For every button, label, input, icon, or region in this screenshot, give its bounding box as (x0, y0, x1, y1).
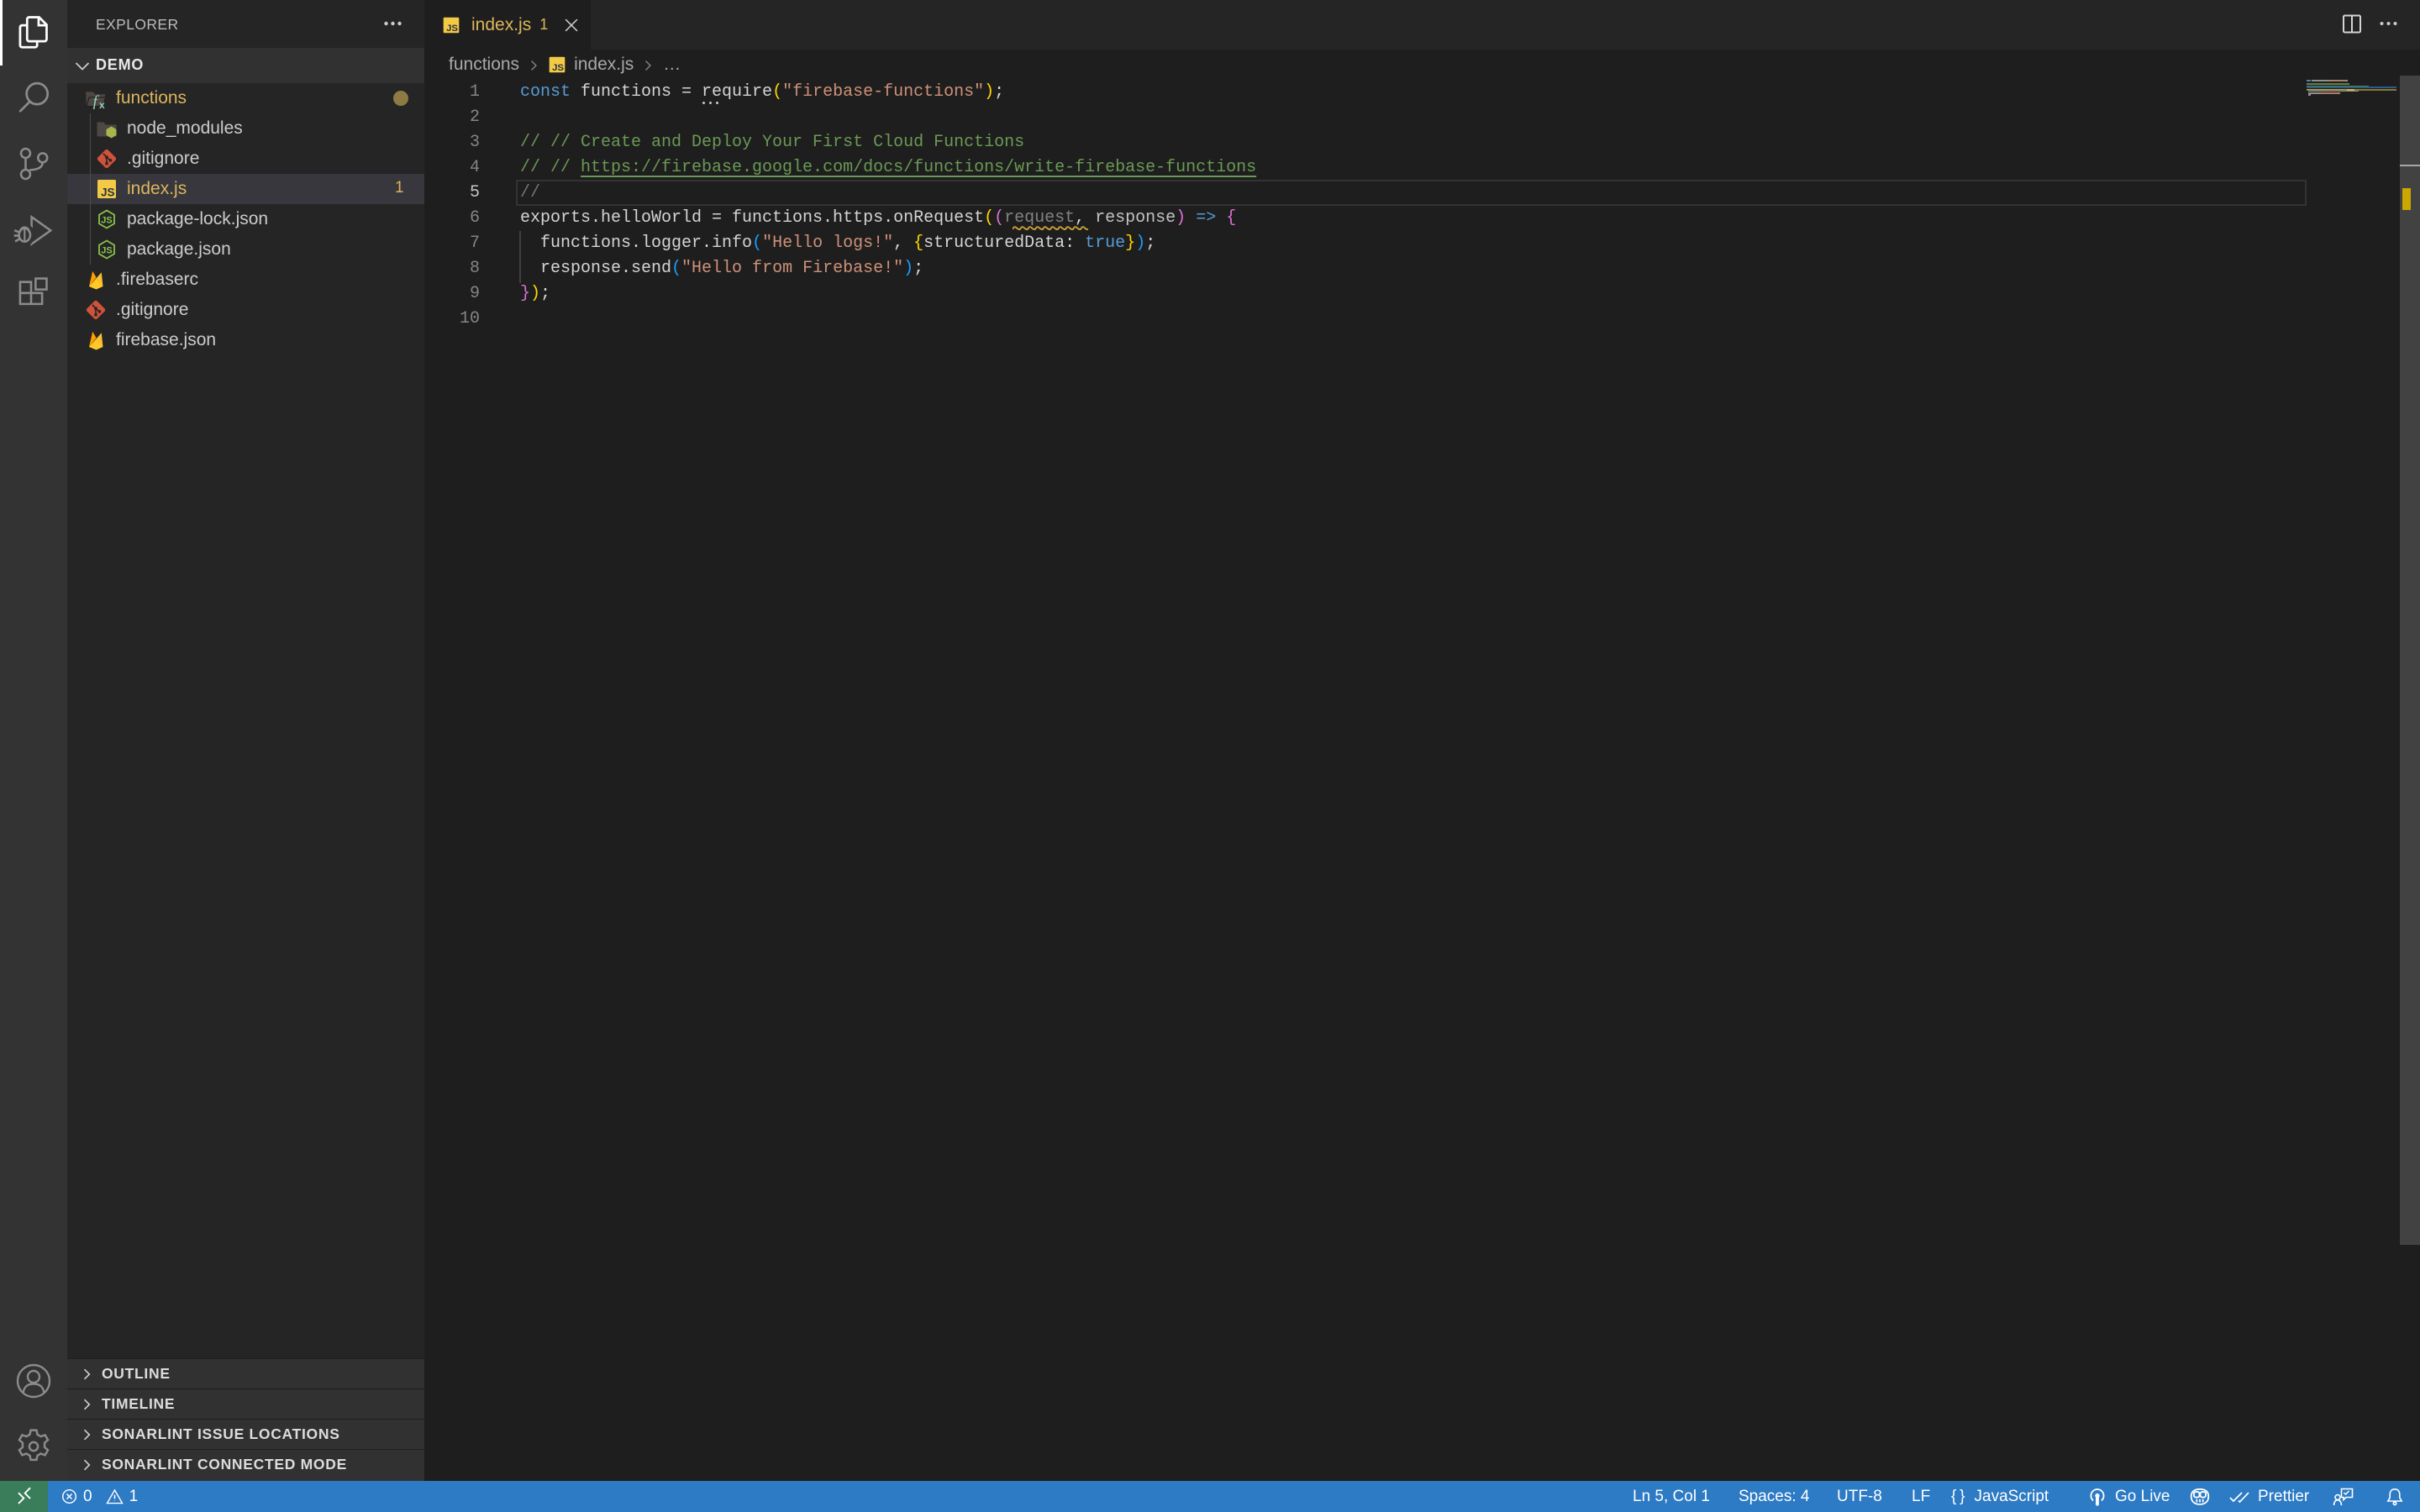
svg-text:x: x (99, 99, 105, 109)
svg-text:JS: JS (446, 24, 458, 34)
svg-text:JS: JS (101, 216, 112, 226)
svg-text:JS: JS (552, 63, 564, 73)
svg-text:JS: JS (101, 246, 112, 256)
svg-text:JS: JS (101, 186, 115, 199)
